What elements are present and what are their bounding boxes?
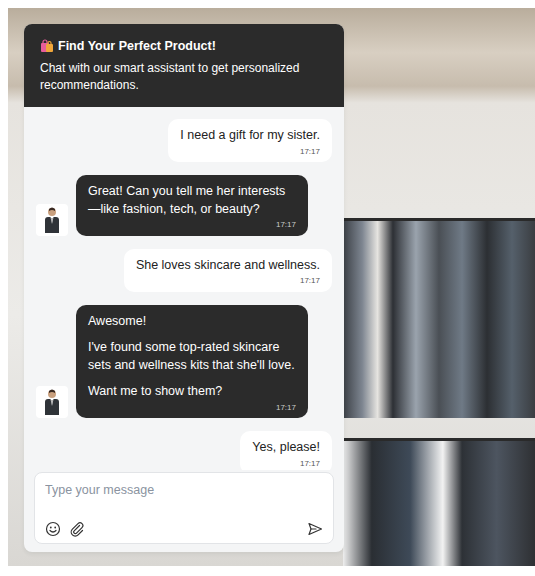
assistant-person-icon <box>42 206 62 234</box>
assistant-message: Awesome! I've found some top-rated skinca… <box>76 305 308 419</box>
message-text: Yes, please! <box>252 439 320 457</box>
send-icon[interactable] <box>307 521 323 537</box>
paperclip-icon[interactable] <box>69 521 85 537</box>
assistant-person-icon <box>42 388 62 416</box>
header-title-text: Find Your Perfect Product! <box>58 38 216 54</box>
message-list: I need a gift for my sister. 17:17 Great! … <box>24 107 344 470</box>
message-time: 17:17 <box>88 220 296 230</box>
message-composer <box>24 470 344 552</box>
clothes-rack <box>343 438 535 566</box>
user-message: I need a gift for my sister. 17:17 <box>168 119 332 162</box>
emoji-icon[interactable] <box>45 521 61 537</box>
clothes-rack <box>343 218 535 418</box>
message-text: I need a gift for my sister. <box>180 127 320 145</box>
assistant-avatar <box>36 386 68 418</box>
message-row: Yes, please! 17:17 <box>36 431 332 470</box>
message-time: 17:17 <box>180 147 320 157</box>
message-text: She loves skincare and wellness. <box>136 257 320 275</box>
message-row: I need a gift for my sister. 17:17 <box>36 119 332 162</box>
header-title: Find Your Perfect Product! <box>40 38 328 54</box>
message-text: Want me to show them? <box>88 383 296 401</box>
message-row: She loves skincare and wellness.17:17 <box>36 249 332 292</box>
message-text: Great! Can you tell me her interests—lik… <box>88 183 296 218</box>
assistant-message: Great! Can you tell me her interests—lik… <box>76 175 308 236</box>
user-message: Yes, please! 17:17 <box>240 431 332 470</box>
background-photo: Find Your Perfect Product! Chat with our … <box>8 8 535 566</box>
composer-box <box>34 472 334 544</box>
message-row: Great! Can you tell me her interests—lik… <box>36 175 332 236</box>
message-text: Awesome! <box>88 313 296 331</box>
chat-header: Find Your Perfect Product! Chat with our … <box>24 24 344 107</box>
chat-widget: Find Your Perfect Product! Chat with our … <box>24 24 344 552</box>
assistant-avatar <box>36 204 68 236</box>
message-time: 17:17 <box>136 276 320 286</box>
message-input[interactable] <box>45 481 323 500</box>
message-time: 17:17 <box>88 403 296 413</box>
shopping-bags-icon <box>40 39 54 53</box>
user-message: She loves skincare and wellness.17:17 <box>124 249 332 292</box>
header-subtitle: Chat with our smart assistant to get per… <box>40 60 328 94</box>
message-text: I've found some top-rated skincare sets … <box>88 339 296 374</box>
message-row: Awesome! I've found some top-rated skinca… <box>36 305 332 419</box>
message-time: 17:17 <box>252 459 320 469</box>
composer-tools <box>45 521 85 537</box>
composer-toolbar <box>45 521 323 537</box>
